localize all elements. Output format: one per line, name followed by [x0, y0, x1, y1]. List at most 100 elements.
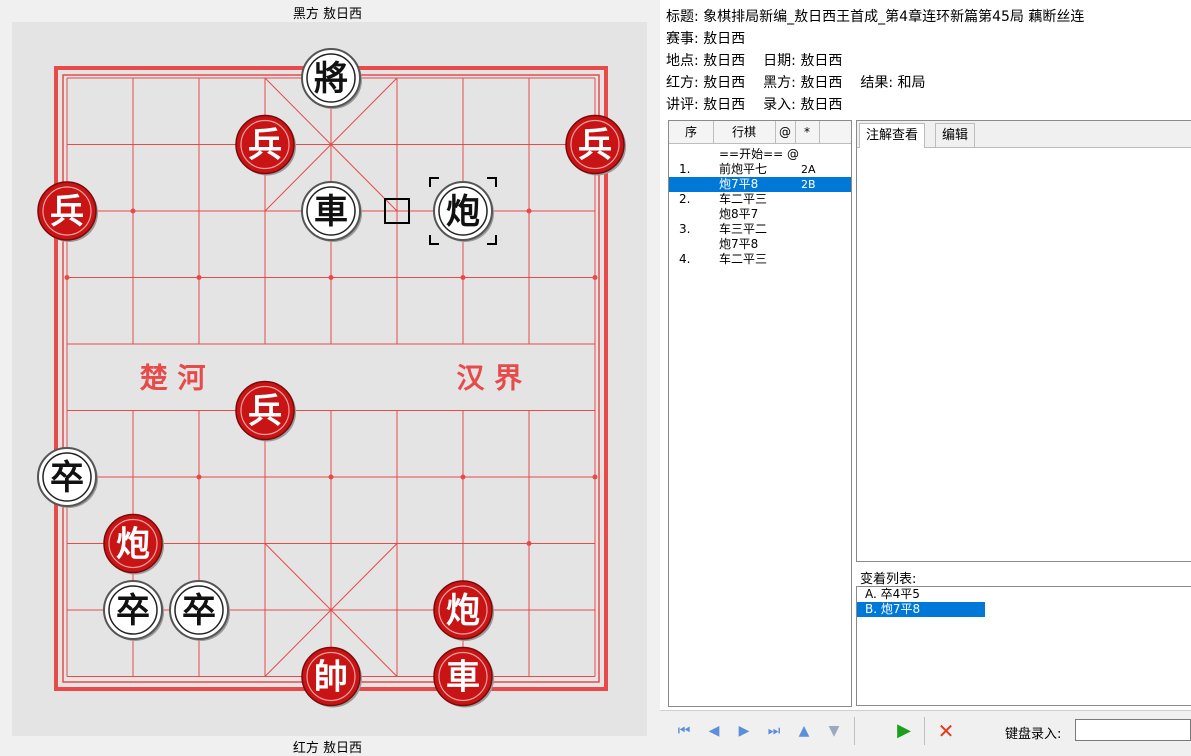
piece-label: 卒 — [50, 458, 84, 498]
point-marker — [592, 275, 598, 280]
point-marker — [328, 275, 334, 280]
toolbar-separator — [854, 717, 855, 745]
red-piece[interactable]: 兵 — [37, 181, 98, 242]
game-date: 日期: 敖日西 — [763, 53, 843, 69]
red-piece[interactable]: 炮 — [433, 580, 494, 641]
keyboard-input-label: 键盘录入: — [1005, 727, 1062, 742]
game-result: 结果: 和局 — [860, 75, 926, 91]
move-row[interactable]: 4. 车二平三 — [669, 252, 851, 267]
board-panel: 黑方 敖日西 楚 河汉 界將兵兵兵車炮兵卒炮卒卒炮帥車 红方 敖日西 — [0, 0, 655, 756]
black-player-label: 黑方 敖日西 — [292, 7, 363, 22]
move-row-selected[interactable]: 炮7平8 2B — [669, 177, 851, 192]
game-place: 地点: 敖日西 — [666, 53, 746, 69]
move-number: 3. — [679, 222, 691, 236]
point-marker — [196, 474, 202, 480]
black-piece[interactable]: 炮 — [433, 181, 494, 242]
column-header-seq[interactable]: 序 — [669, 121, 714, 143]
selection-bracket — [429, 177, 439, 187]
point-marker — [130, 208, 136, 214]
move-text: ==开始== @ — [719, 147, 800, 161]
red-piece[interactable]: 兵 — [235, 380, 296, 442]
piece-label: 炮 — [446, 591, 480, 631]
selection-bracket — [487, 235, 497, 245]
move-number: 4. — [679, 252, 691, 266]
point-marker — [460, 275, 466, 280]
annotation-panel: 注解查看 编辑 — [856, 120, 1191, 562]
column-header-move[interactable]: 行棋 — [713, 121, 776, 143]
move-row[interactable]: 1. 前炮平七 2A — [669, 162, 851, 177]
red-piece[interactable]: 帥 — [301, 646, 362, 708]
variations-list[interactable]: A. 卒4平5 B. 炮7平8 — [856, 586, 1191, 706]
toolbar: ⏮ ◀ ▶ ⏭ ▲ ▼ ▶ ✕ 键盘录入: — [660, 710, 1191, 751]
point-marker — [328, 474, 334, 480]
move-mark: 2A — [801, 163, 816, 176]
variations-label: 变着列表: — [860, 572, 917, 587]
piece-label: 車 — [314, 192, 348, 232]
black-piece[interactable]: 卒 — [169, 580, 230, 641]
black-piece[interactable]: 卒 — [103, 580, 164, 641]
column-header-star[interactable]: * — [795, 121, 820, 143]
piece-label: 兵 — [248, 392, 282, 432]
variation-item-selected[interactable]: B. 炮7平8 — [857, 602, 985, 617]
board-canvas[interactable]: 楚 河汉 界將兵 兵兵車炮兵卒炮卒卒炮帥車 — [12, 22, 647, 736]
piece-label: 兵 — [248, 126, 282, 166]
next-icon[interactable]: ▶ — [734, 721, 754, 741]
black-piece[interactable]: 卒 — [37, 447, 98, 508]
move-text: 车二平三 — [719, 252, 768, 266]
keyboard-input[interactable] — [1075, 719, 1191, 741]
play-icon[interactable]: ▶ — [894, 721, 914, 741]
piece-label: 將 — [314, 59, 348, 99]
game-title: 标题: 象棋排局新编_敖日西王首成_第4章连环新篇第45局 藕断丝连 — [666, 9, 1085, 25]
piece-label: 卒 — [116, 591, 150, 631]
black-piece[interactable]: 將 — [301, 48, 362, 109]
column-header-at[interactable]: @ — [775, 121, 796, 143]
piece-label: 帥 — [314, 658, 348, 698]
red-piece[interactable]: 兵 — [565, 114, 626, 176]
skip-first-icon[interactable]: ⏮ — [674, 721, 694, 741]
down-icon[interactable]: ▼ — [824, 721, 844, 741]
point-marker — [64, 275, 70, 280]
up-icon[interactable]: ▲ — [794, 721, 814, 741]
skip-last-icon[interactable]: ⏭ — [764, 721, 784, 741]
move-row[interactable]: 炮7平8 — [669, 237, 851, 252]
piece-label: 兵 — [50, 192, 84, 232]
move-row[interactable]: 炮8平7 — [669, 207, 851, 222]
move-text: 炮7平8 — [719, 237, 759, 251]
move-row[interactable]: 2. 车二平三 — [669, 192, 851, 207]
game-info: 标题: 象棋排局新编_敖日西王首成_第4章连环新篇第45局 藕断丝连 赛事: 敖… — [666, 6, 1084, 116]
selection-bracket — [487, 177, 497, 187]
delete-icon[interactable]: ✕ — [936, 721, 956, 741]
point-marker — [460, 474, 466, 480]
move-text: 前炮平七 — [719, 162, 768, 176]
toolbar-separator — [924, 717, 925, 745]
prev-icon[interactable]: ◀ — [704, 721, 724, 741]
commentator: 讲评: 敖日西 — [666, 97, 746, 113]
red-player: 红方: 敖日西 — [666, 75, 746, 91]
piece-label: 炮 — [446, 192, 480, 232]
move-text: 车三平二 — [719, 222, 768, 236]
move-list[interactable]: ==开始== @1. 前炮平七 2A 炮7平8 2B 2. 车二平三 炮8平7 3. 车三平二 炮7… — [669, 147, 851, 267]
red-piece[interactable]: 車 — [433, 646, 494, 708]
chess-board[interactable]: 楚 河汉 界將兵兵兵車炮兵卒炮卒卒炮帥車 — [12, 22, 647, 736]
piece-label: 卒 — [182, 591, 216, 631]
move-text: 炮7平8 — [719, 177, 759, 191]
black-piece[interactable]: 車 — [301, 181, 362, 242]
move-text: 车二平三 — [719, 192, 768, 206]
move-number: 2. — [679, 192, 691, 206]
game-event: 赛事: 敖日西 — [666, 31, 746, 47]
move-list-panel[interactable]: 序 行棋 @ * ==开始== @1. 前炮平七 2A 炮7平8 2B 2. 车二平三 炮8平… — [668, 120, 852, 707]
move-row[interactable]: 3. 车三平二 — [669, 222, 851, 237]
point-marker — [526, 208, 532, 214]
move-row[interactable]: ==开始== @ — [669, 147, 851, 162]
tab-view-notes[interactable]: 注解查看 — [859, 123, 926, 148]
piece-label: 車 — [446, 658, 480, 698]
piece-label: 兵 — [578, 126, 612, 166]
red-piece[interactable]: 兵 — [235, 114, 296, 176]
variation-item[interactable]: A. 卒4平5 — [857, 587, 985, 602]
tab-bar: 注解查看 编辑 — [857, 121, 1191, 148]
tab-edit[interactable]: 编辑 — [935, 123, 976, 147]
red-piece[interactable]: 炮 — [103, 513, 164, 575]
recorder: 录入: 敖日西 — [763, 97, 843, 113]
river-right-text: 汉 界 — [457, 361, 523, 394]
point-marker — [526, 541, 532, 546]
